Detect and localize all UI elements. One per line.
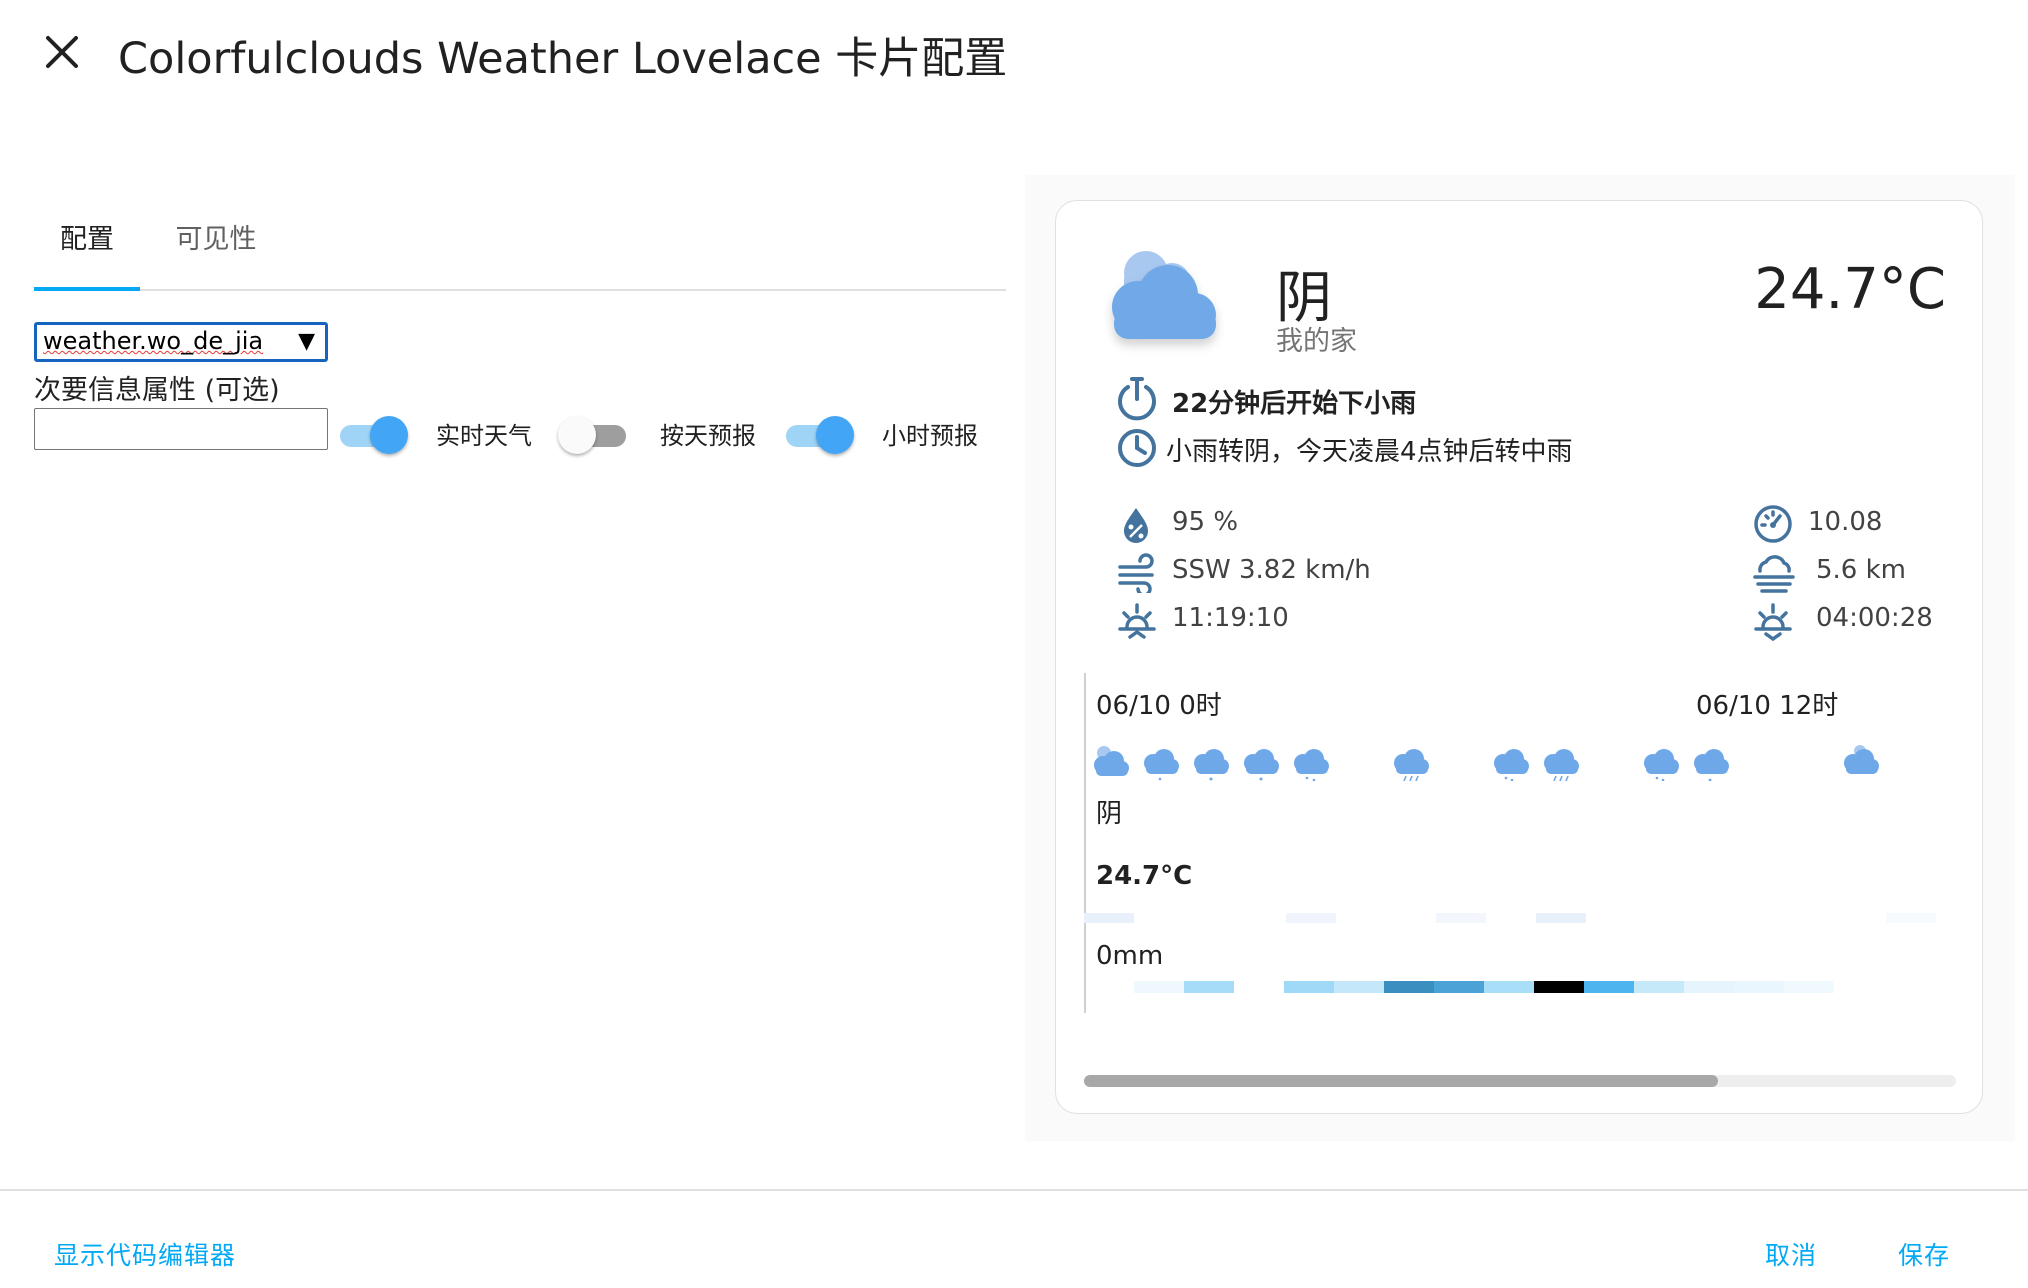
sunset-icon: [1754, 603, 1792, 642]
close-icon: [46, 36, 78, 68]
wind-value: SSW 3.82 km/h: [1172, 555, 1371, 585]
alert-text-1: 22分钟后开始下小雨: [1172, 389, 1417, 419]
light-rain-icon: [1694, 749, 1729, 781]
light-rain-icon: [1294, 749, 1329, 781]
forecast-time-label-2: 06/10 12时: [1696, 691, 1839, 721]
temperature-bar: [1536, 913, 1586, 923]
precipitation-bar: [1584, 981, 1634, 993]
save-button[interactable]: 保存: [1898, 1236, 1950, 1272]
temperature-bar: [1286, 913, 1336, 923]
gauge-icon: [1754, 505, 1792, 543]
moderate-rain-icon: [1394, 749, 1429, 781]
light-rain-icon: [1644, 749, 1679, 781]
footer-divider: [0, 1189, 2028, 1191]
precipitation-bar: [1334, 981, 1384, 993]
humidity-icon: [1124, 508, 1148, 543]
secondary-info-input[interactable]: [34, 408, 328, 450]
precipitation-bar: [1384, 981, 1434, 993]
tab-visibility[interactable]: 可见性: [156, 215, 276, 289]
light-rain-icon: [1194, 749, 1229, 781]
light-rain-icon: [1494, 749, 1529, 781]
temperature-bar: [1436, 913, 1486, 923]
sunrise-value: 11:19:10: [1172, 603, 1289, 633]
precipitation-bar: [1734, 981, 1784, 993]
sunset-value: 04:00:28: [1816, 603, 1933, 633]
realtime-weather-label: 实时天气: [436, 422, 532, 450]
light-rain-icon: [1244, 749, 1279, 781]
sunrise-icon: [1118, 603, 1156, 639]
temperature-bar: [1886, 913, 1936, 923]
precipitation-bar: [1534, 981, 1584, 993]
daily-forecast-switch[interactable]: [558, 414, 630, 454]
visibility-icon: [1753, 555, 1795, 593]
cloudy-icon: [1094, 746, 1129, 776]
secondary-info-label: 次要信息属性 (可选): [34, 375, 280, 406]
visibility-value: 5.6 km: [1816, 555, 1906, 585]
current-temperature: 24.7°C: [1754, 257, 1946, 322]
weather-card: 阴 我的家 24.7°C 22分钟后开始下小雨 小雨转阴，今天凌晨4点钟后转中雨…: [1055, 200, 1983, 1114]
dropdown-arrow-icon: ▼: [298, 329, 315, 354]
tab-bar: 配置 可见性: [34, 215, 1006, 291]
timer-alert-icon: [1118, 377, 1156, 421]
cancel-button[interactable]: 取消: [1765, 1236, 1817, 1272]
forecast-time-label-1: 06/10 0时: [1096, 691, 1222, 721]
tab-config[interactable]: 配置: [34, 215, 140, 289]
pressure-value: 10.08: [1808, 507, 1883, 537]
forecast-now-line: [1084, 673, 1086, 1013]
precipitation-bar: [1134, 981, 1184, 993]
realtime-weather-switch[interactable]: [336, 414, 408, 454]
cloudy-weather-icon: [1112, 251, 1216, 339]
location-name: 我的家: [1276, 326, 1357, 357]
hourly-forecast-label: 小时预报: [882, 422, 978, 450]
show-code-editor-button[interactable]: 显示代码编辑器: [54, 1236, 236, 1272]
light-rain-icon: [1144, 749, 1179, 781]
temperature-bar: [1084, 913, 1134, 923]
moderate-rain-icon: [1544, 749, 1579, 781]
forecast-condition: 阴: [1096, 799, 1123, 829]
cloudy-icon: [1844, 745, 1879, 774]
dialog-title: Colorfulclouds Weather Lovelace 卡片配置: [118, 34, 1008, 84]
hourly-forecast-switch[interactable]: [782, 414, 854, 454]
close-button[interactable]: [40, 30, 84, 74]
precipitation-bar: [1434, 981, 1484, 993]
forecast-scrollbar[interactable]: [1084, 1075, 1956, 1087]
entity-select-value: weather.wo_de_jia: [43, 327, 264, 355]
wind-icon: [1118, 553, 1154, 593]
humidity-value: 95 %: [1172, 507, 1239, 537]
active-tab-indicator: [34, 287, 140, 291]
alert-text-2: 小雨转阴，今天凌晨4点钟后转中雨: [1166, 437, 1573, 467]
entity-select[interactable]: weather.wo_de_jia ▼: [34, 322, 328, 362]
precipitation-bar: [1684, 981, 1734, 993]
forecast-precipitation: 0mm: [1096, 941, 1164, 971]
precipitation-bar: [1284, 981, 1334, 993]
precipitation-bar: [1784, 981, 1834, 993]
precipitation-bar: [1184, 981, 1234, 993]
clock-icon: [1118, 429, 1156, 467]
precipitation-bar: [1484, 981, 1534, 993]
daily-forecast-label: 按天预报: [660, 422, 756, 450]
forecast-temperature: 24.7°C: [1096, 861, 1193, 891]
scrollbar-thumb[interactable]: [1084, 1075, 1718, 1087]
precipitation-bar: [1634, 981, 1684, 993]
